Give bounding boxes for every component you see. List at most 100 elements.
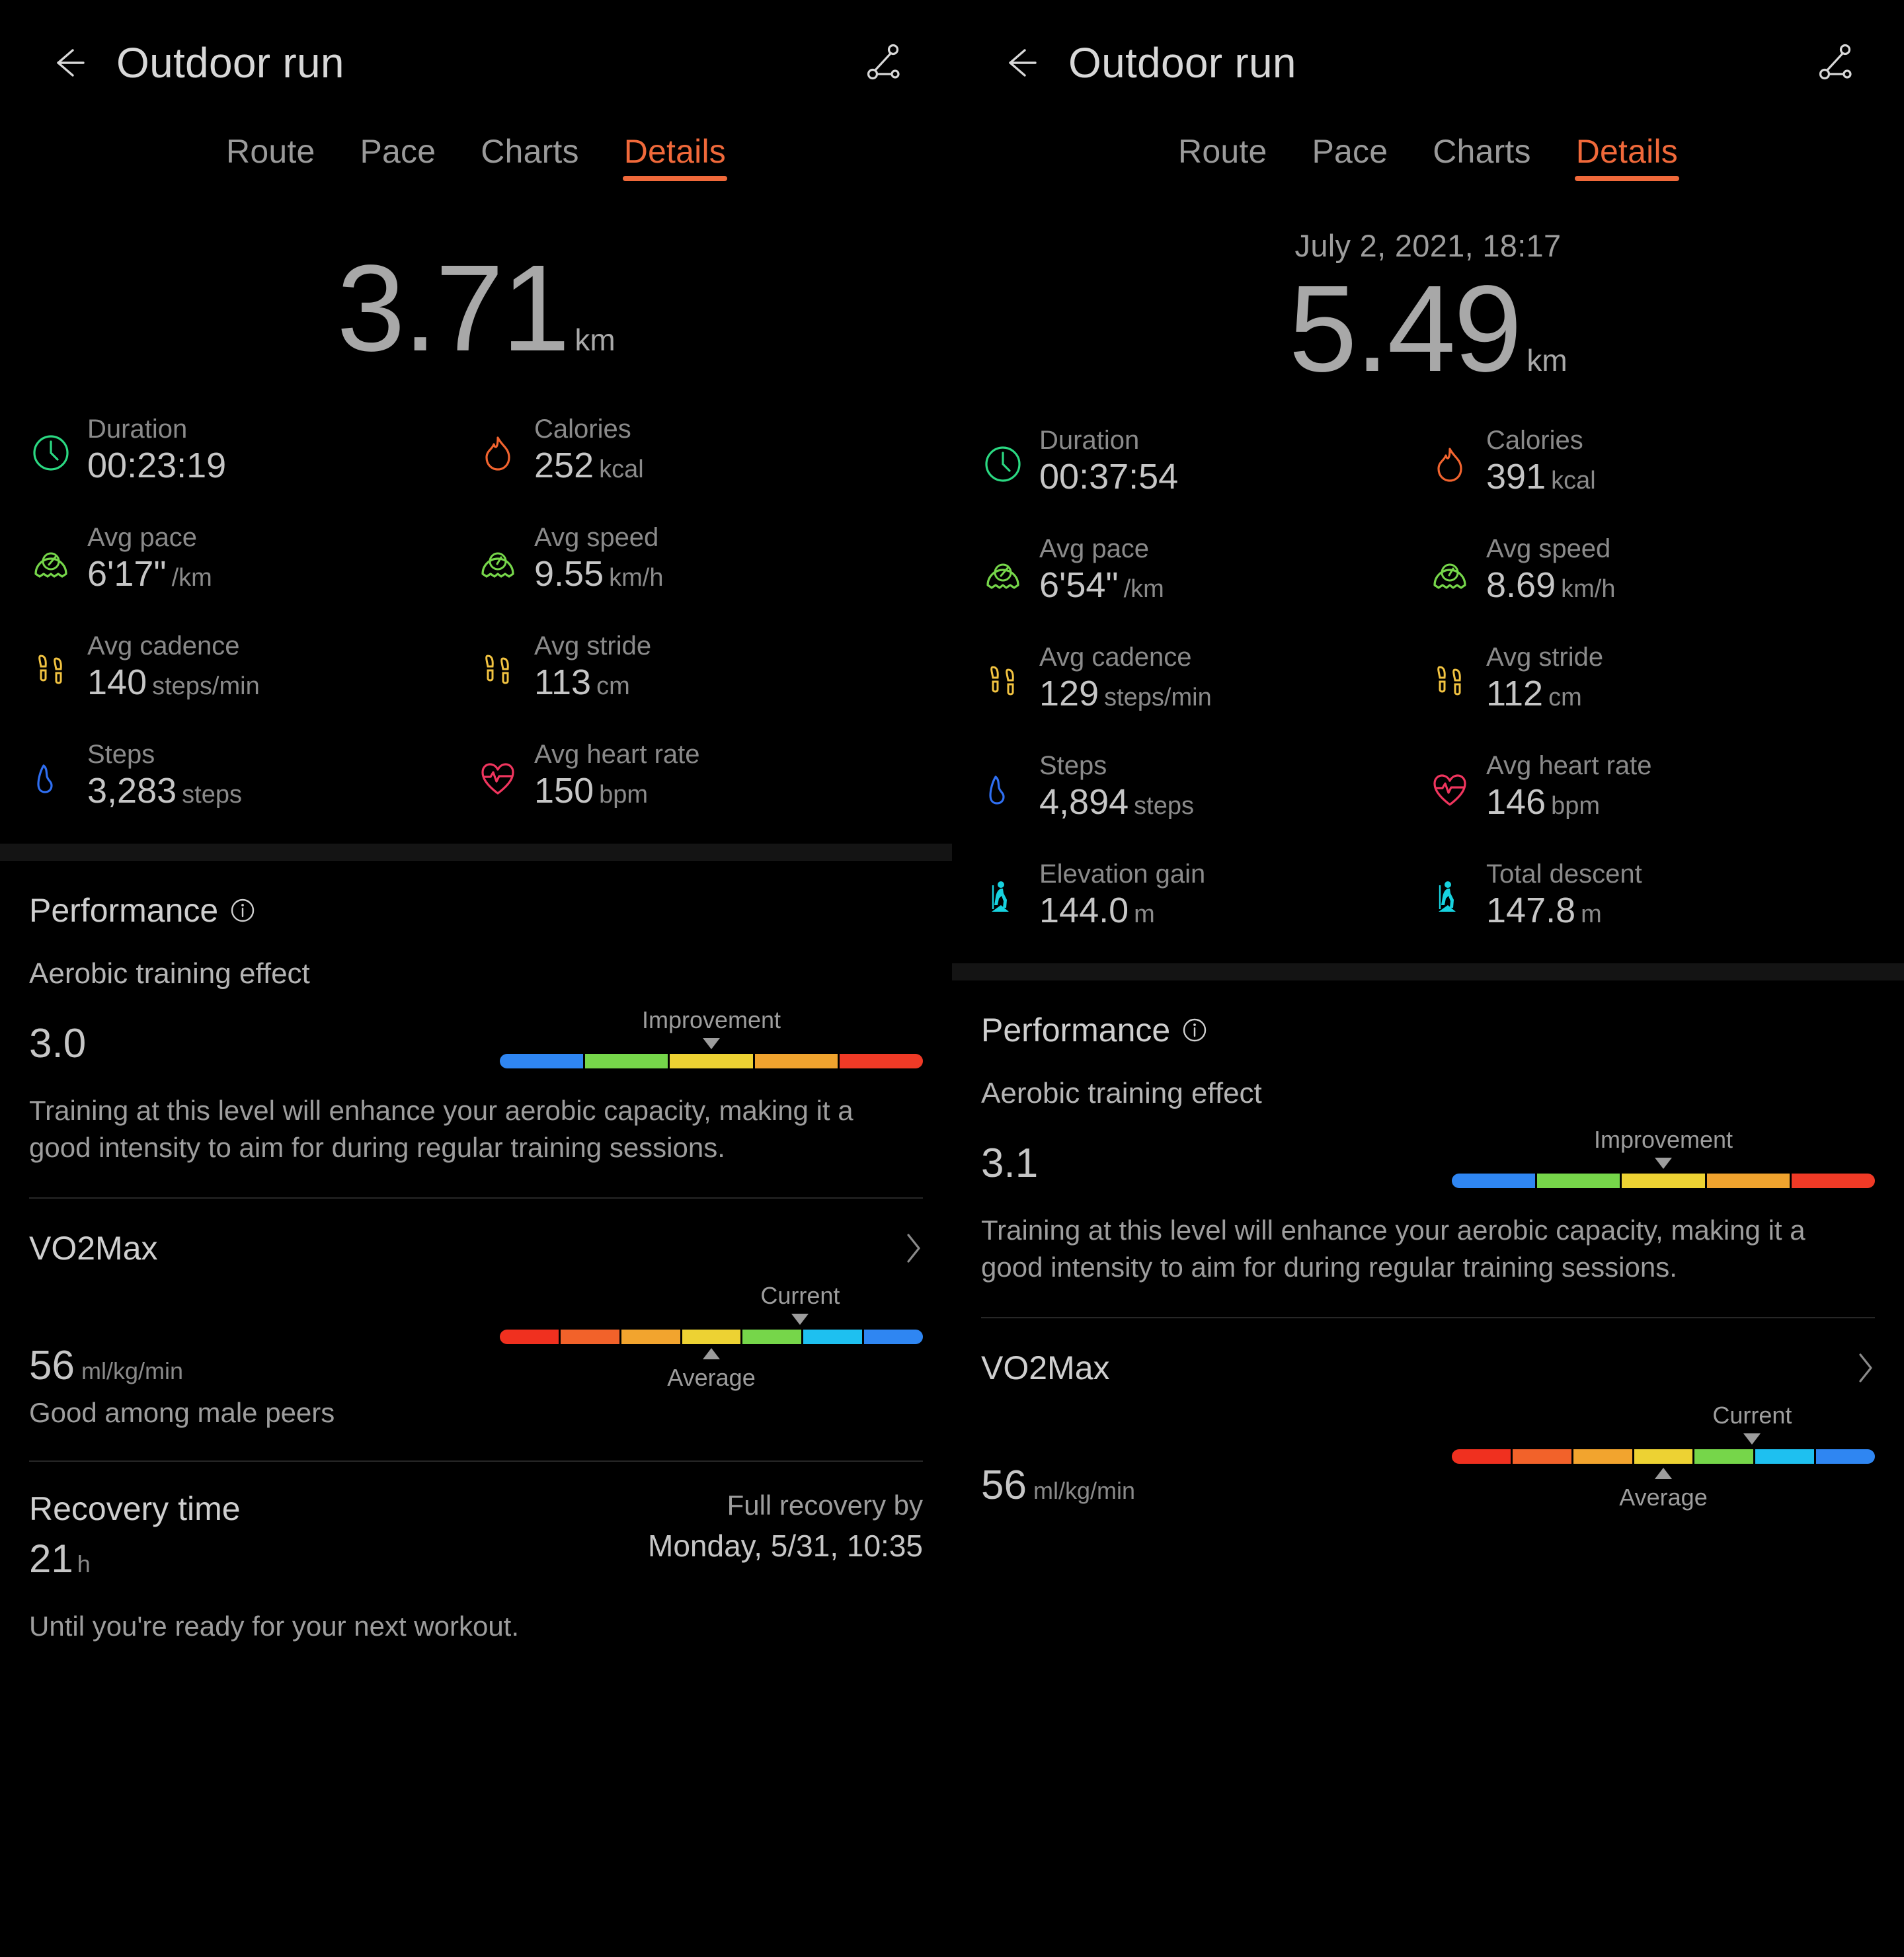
- tab-details[interactable]: Details: [1573, 132, 1681, 185]
- stat-value: 8.69: [1486, 565, 1556, 606]
- session-datetime: July 2, 2021, 18:17: [1294, 228, 1562, 263]
- scale-segment: [1536, 1174, 1620, 1188]
- heart-pulse-icon: [476, 756, 520, 800]
- vo2max-valline: 56 ml/kg/min: [981, 1464, 1135, 1510]
- vo2max-current-label: Current: [1712, 1401, 1792, 1429]
- chevron-right-icon[interactable]: [1858, 1352, 1875, 1384]
- shoe-icon: [981, 768, 1025, 811]
- info-icon[interactable]: [1182, 1018, 1207, 1043]
- tab-label: Charts: [481, 133, 579, 170]
- scale-segment: [584, 1054, 668, 1068]
- tab-route[interactable]: Route: [223, 132, 317, 185]
- scale-segment: [754, 1054, 838, 1068]
- full-recovery-label: Full recovery by: [727, 1489, 923, 1521]
- stat-label: Avg speed: [534, 523, 659, 552]
- stat-value: 6'54": [1039, 565, 1119, 606]
- aerobic-gauge: Improvement: [1452, 1126, 1875, 1188]
- aerobic-marker-top: Improvement: [500, 1006, 923, 1054]
- vo2max-scale-bar: [1452, 1449, 1876, 1464]
- vo2max-average-label: Average: [1619, 1483, 1708, 1511]
- stat-elevation-gain: Elevation gain 144.0 m: [981, 859, 1428, 939]
- chevron-right-icon[interactable]: [906, 1232, 923, 1264]
- stat-valline: 112 cm: [1486, 674, 1603, 713]
- page-title: Outdoor run: [1068, 39, 1296, 87]
- scale-segment: [1816, 1449, 1876, 1464]
- stat-body: Avg cadence 129 steps/min: [1039, 642, 1212, 714]
- tab-charts[interactable]: Charts: [478, 132, 581, 185]
- tab-route[interactable]: Route: [1175, 132, 1269, 185]
- stat-label: Avg speed: [1486, 534, 1611, 563]
- screen-right: Outdoor run Route Pace Charts Details Ju…: [952, 0, 1904, 1957]
- stat-calories: Calories 391 kcal: [1428, 425, 1875, 506]
- tab-charts[interactable]: Charts: [1430, 132, 1533, 185]
- stat-label: Calories: [1486, 426, 1583, 455]
- arrow-left-icon[interactable]: [46, 42, 87, 83]
- stat-label: Steps: [87, 740, 155, 769]
- tab-pace[interactable]: Pace: [1309, 132, 1390, 185]
- scale-segment: [1452, 1174, 1535, 1188]
- footprints-icon: [29, 648, 73, 692]
- performance-title: Performance: [29, 892, 219, 929]
- arrow-left-icon[interactable]: [998, 42, 1039, 83]
- aerobic-marker-label: Improvement: [641, 1006, 781, 1033]
- vo2max-gauge-row: 56 ml/kg/min Current Average: [0, 1282, 952, 1391]
- recovery-unit: h: [77, 1550, 91, 1578]
- stat-row: Steps 3,283 steps Avg heart rate 150 bpm: [29, 739, 923, 820]
- footprints-icon: [981, 659, 1025, 703]
- stat-unit: kcal: [599, 456, 644, 484]
- stat-label: Total descent: [1486, 859, 1642, 889]
- stat-steps: Steps 3,283 steps: [29, 739, 476, 820]
- stat-total-descent: Total descent 147.8 m: [1428, 859, 1875, 939]
- section-divider: [0, 844, 952, 861]
- stat-value: 113: [534, 662, 592, 703]
- aerobic-gauge-row: 3.1 Improvement: [952, 1126, 1904, 1188]
- footprints-icon: [1428, 659, 1472, 703]
- aerobic-scale-bar: [500, 1054, 923, 1068]
- stat-body: Steps 3,283 steps: [87, 739, 242, 811]
- stat-row: Avg pace 6'54" /km Avg speed 8.69 km/h: [981, 534, 1875, 614]
- app-bar: Outdoor run: [0, 0, 952, 126]
- share-route-icon[interactable]: [861, 41, 904, 85]
- share-route-icon[interactable]: [1813, 41, 1856, 85]
- vo2max-average-arrow-icon: [1655, 1467, 1672, 1479]
- recovery-row: Recovery time 21 h Full recovery by Mond…: [0, 1462, 952, 1581]
- hiker-icon: [981, 876, 1025, 920]
- stat-value: 140: [87, 662, 147, 703]
- stat-value: 147.8: [1486, 891, 1576, 931]
- info-icon[interactable]: [230, 898, 255, 923]
- stats-grid: Duration 00:37:54 Calories 391 kcal Avg …: [952, 425, 1904, 939]
- stat-unit: cm: [1548, 684, 1582, 712]
- stat-body: Duration 00:23:19: [87, 414, 231, 486]
- performance-header: Performance: [0, 861, 952, 930]
- vo2max-average-marker: Average: [1452, 1464, 1875, 1511]
- speedometer-icon: [1428, 551, 1472, 594]
- vo2max-value: 56: [29, 1342, 75, 1388]
- vo2max-valline: 56 ml/kg/min: [29, 1345, 183, 1390]
- tab-label: Charts: [1433, 133, 1531, 170]
- stat-label: Avg pace: [87, 523, 198, 552]
- vo2max-gauge-row: 56 ml/kg/min Current Average: [952, 1401, 1904, 1511]
- stat-value: 00:37:54: [1039, 457, 1179, 497]
- tab-label: Pace: [1312, 133, 1388, 170]
- stat-steps: Steps 4,894 steps: [981, 750, 1428, 831]
- stat-valline: 144.0 m: [1039, 891, 1205, 930]
- scale-segment: [1706, 1174, 1790, 1188]
- vo2max-current-arrow-icon: [1743, 1433, 1761, 1445]
- tab-label: Details: [1575, 133, 1678, 170]
- vo2max-scale-bar: [500, 1329, 924, 1344]
- scale-segment: [560, 1329, 619, 1344]
- scale-segment: [500, 1329, 559, 1344]
- stats-grid: Duration 00:23:19 Calories 252 kcal Avg …: [0, 414, 952, 820]
- vo2max-header-row[interactable]: VO2Max: [0, 1199, 952, 1267]
- stat-row: Duration 00:37:54 Calories 391 kcal: [981, 425, 1875, 506]
- stat-label: Avg cadence: [1039, 643, 1192, 672]
- vo2max-header-row[interactable]: VO2Max: [952, 1318, 1904, 1387]
- stat-body: Duration 00:37:54: [1039, 425, 1183, 497]
- vo2max-unit: ml/kg/min: [81, 1357, 183, 1384]
- stat-value: 112: [1486, 674, 1544, 714]
- tab-pace[interactable]: Pace: [357, 132, 438, 185]
- recovery-value: 21: [29, 1536, 73, 1581]
- aerobic-marker-arrow-icon: [1655, 1158, 1672, 1169]
- aerobic-value: 3.0: [29, 1021, 87, 1066]
- tab-details[interactable]: Details: [621, 132, 729, 185]
